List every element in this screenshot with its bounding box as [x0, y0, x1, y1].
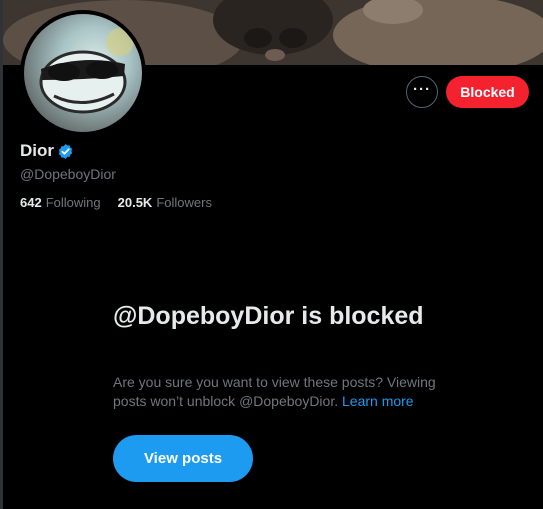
profile-handle: @DopeboyDior — [20, 166, 116, 182]
learn-more-link[interactable]: Learn more — [342, 393, 414, 409]
avatar-image — [24, 14, 142, 132]
timeline-border — [0, 0, 3, 509]
blocked-button[interactable]: Blocked — [446, 76, 529, 108]
blocked-notice-description: Are you sure you want to view these post… — [113, 373, 443, 411]
display-name: Dior — [20, 141, 54, 160]
followers-link[interactable]: 20.5K Followers — [118, 195, 212, 210]
following-label: Following — [45, 195, 101, 210]
followers-label: Followers — [156, 195, 212, 210]
blocked-notice-title: @DopeboyDior is blocked — [113, 302, 424, 330]
more-options-button[interactable]: ··· — [406, 76, 438, 108]
view-posts-button[interactable]: View posts — [113, 435, 253, 482]
more-options-icon: ··· — [413, 80, 431, 98]
profile-stats: 642 Following 20.5K Followers — [20, 195, 229, 210]
verified-badge-icon[interactable] — [57, 143, 74, 160]
profile-name-row: Dior — [20, 141, 74, 161]
following-link[interactable]: 642 Following — [20, 195, 101, 210]
profile-avatar[interactable] — [20, 10, 146, 136]
following-count: 642 — [20, 195, 42, 210]
followers-count: 20.5K — [117, 195, 153, 210]
